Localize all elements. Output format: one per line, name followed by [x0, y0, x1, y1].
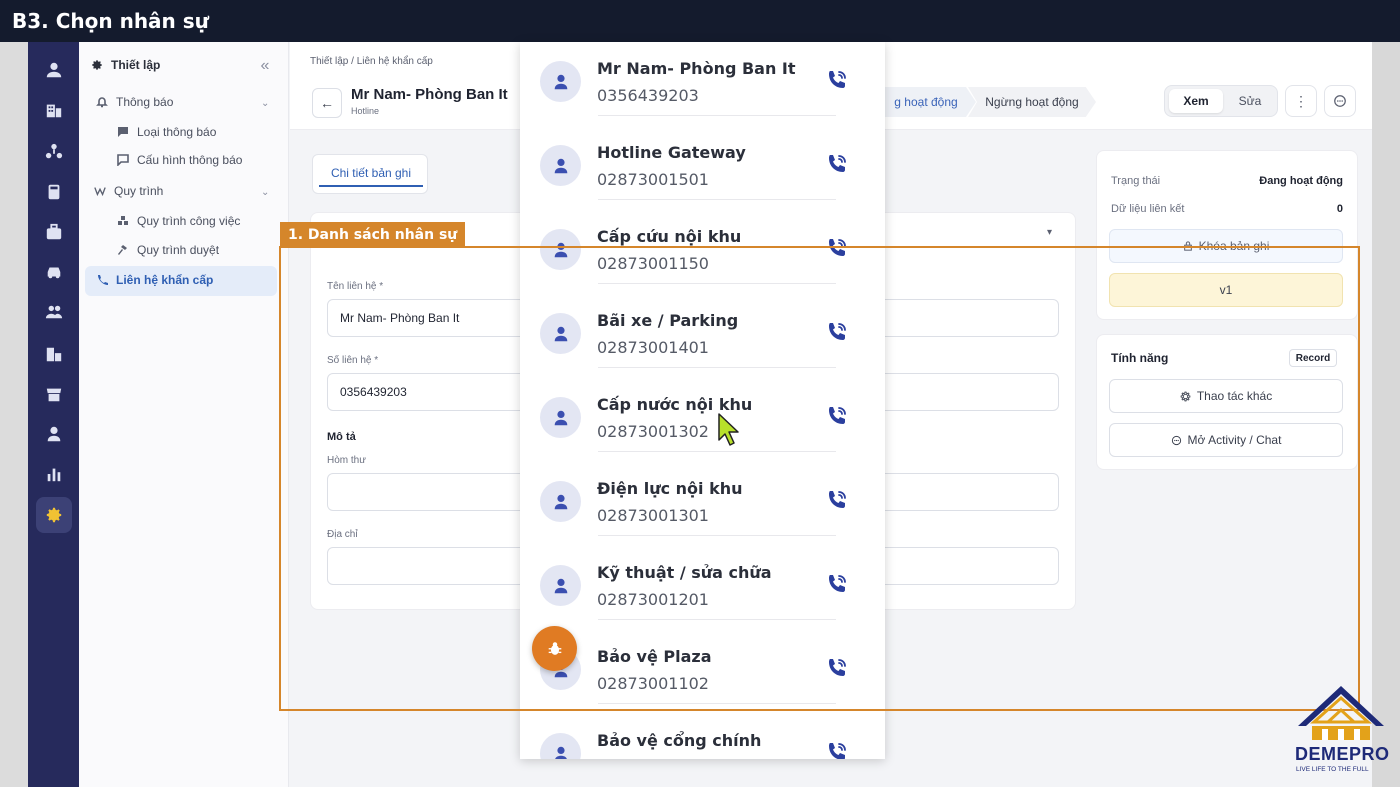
sidebar: Thiết lập « Thông báo ⌄ Loại thông báo C… — [79, 42, 289, 787]
chat-button[interactable] — [1324, 85, 1356, 117]
house-logo-icon — [1298, 686, 1384, 740]
avatar — [540, 61, 581, 102]
person-avatar-icon — [554, 746, 567, 759]
logo-brand-text: DEMEPRO — [1295, 744, 1390, 764]
status-label: Trạng thái — [1111, 175, 1161, 187]
chat-bubble-icon — [1334, 95, 1346, 107]
sidebar-item-label: Quy trình công việc — [137, 214, 241, 228]
contact-name: Mr Nam- Phòng Ban It — [597, 59, 796, 78]
collapse-sidebar-button[interactable]: « — [253, 54, 277, 78]
chevron-down-icon[interactable]: ⌄ — [261, 187, 269, 198]
sidebar-item-label: Loại thông báo — [137, 125, 217, 139]
calculator-icon[interactable] — [36, 176, 72, 208]
demepro-logo: DEMEPRO LIVE LIFE TO THE FULL — [1292, 682, 1390, 782]
sidebar-item-workflow[interactable]: Quy trình — [94, 184, 163, 198]
page-title: Mr Nam- Phòng Ban It — [351, 86, 508, 103]
chevron-down-icon[interactable]: ⌄ — [261, 98, 269, 109]
page-subtitle: Hotline — [351, 106, 380, 116]
contact-phone: 0356439203 — [597, 86, 699, 105]
bell-icon — [96, 97, 108, 108]
linked-data-label: Dữ liệu liên kết — [1111, 203, 1185, 215]
more-options-button[interactable]: ⋮ — [1285, 85, 1317, 117]
sidebar-item-approval-process[interactable]: Quy trình duyệt — [117, 243, 219, 257]
tab-bar: Chi tiết bản ghi — [312, 154, 428, 194]
view-button[interactable]: Xem — [1169, 89, 1223, 113]
sidebar-item-emergency-contacts[interactable]: Liên hệ khẩn cấp — [96, 273, 213, 287]
contact-name: Hotline Gateway — [597, 143, 746, 162]
workflow-icon — [94, 187, 106, 197]
contact-name: Cấp cứu nội khu — [597, 227, 742, 246]
user-icon[interactable] — [36, 54, 72, 86]
linked-data-value: 0 — [1336, 203, 1343, 215]
sidebar-item-work-process[interactable]: Quy trình công việc — [117, 214, 240, 228]
person-avatar-icon — [554, 74, 567, 89]
sidebar-header: Thiết lập — [91, 58, 160, 72]
stage-active[interactable]: g hoạt động — [876, 87, 976, 117]
annotation-label: 1. Danh sách nhân sự — [280, 222, 466, 248]
title-bar: B3. Chọn nhân sự — [0, 0, 1400, 42]
message-icon — [118, 127, 128, 137]
list-item[interactable]: Mr Nam- Phòng Ban It 0356439203 — [520, 42, 885, 116]
list-item[interactable]: Hotline Gateway 02873001501 — [520, 116, 885, 200]
sidebar-item-label: Cấu hình thông báo — [137, 153, 243, 167]
contact-name: Bảo vệ cổng chính — [597, 731, 762, 750]
status-value: Đang hoạt động — [1259, 175, 1343, 187]
phone-call-icon[interactable] — [825, 152, 853, 180]
phone-call-icon[interactable] — [825, 68, 853, 96]
company-icon[interactable] — [36, 338, 72, 370]
sidebar-item-notification-config[interactable]: Cấu hình thông báo — [117, 153, 242, 167]
gear-icon — [92, 60, 102, 70]
icon-rail — [28, 42, 79, 787]
contact-phone: 02873001501 — [597, 170, 709, 189]
phone-call-icon[interactable] — [825, 740, 853, 759]
logo-slogan-text: LIVE LIFE TO THE FULL — [1296, 766, 1369, 773]
tab-record-detail[interactable]: Chi tiết bản ghi — [319, 161, 423, 187]
avatar — [540, 733, 581, 759]
slide-title: B3. Chọn nhân sự — [12, 9, 209, 33]
briefcase-icon[interactable] — [36, 216, 72, 248]
sidebar-item-label: Thông báo — [116, 95, 174, 109]
sidebar-header-label: Thiết lập — [111, 58, 161, 72]
view-mode-toggle: Xem Sửa — [1164, 85, 1278, 117]
arrow-left-icon: ← — [320, 95, 334, 111]
back-button[interactable]: ← — [312, 88, 342, 118]
avatar — [540, 145, 581, 186]
tasks-icon — [118, 216, 128, 225]
sidebar-item-notifications[interactable]: Thông báo — [96, 95, 173, 109]
sidebar-item-notification-types[interactable]: Loại thông báo — [117, 125, 216, 139]
chevron-down-icon[interactable]: ▾ — [1047, 227, 1052, 238]
list-item[interactable]: Bảo vệ cổng chính — [520, 704, 885, 759]
users-icon[interactable] — [36, 296, 72, 328]
person-avatar-icon — [554, 158, 567, 173]
chart-icon[interactable] — [36, 458, 72, 490]
person-icon[interactable] — [36, 418, 72, 450]
store-icon[interactable] — [36, 378, 72, 410]
window-gutter — [1372, 42, 1400, 787]
building-icon[interactable] — [36, 94, 72, 126]
phone-icon — [98, 275, 108, 285]
sidebar-item-label: Liên hệ khẩn cấp — [116, 273, 214, 287]
breadcrumb: Thiết lập / Liên hệ khẩn cấp — [310, 56, 433, 67]
annotation-highlight-box — [279, 246, 1360, 711]
edit-button[interactable]: Sửa — [1225, 89, 1275, 113]
car-icon[interactable] — [36, 256, 72, 288]
stage-inactive[interactable]: Ngừng hoạt động — [968, 87, 1096, 117]
hammer-icon — [118, 245, 127, 255]
org-icon[interactable] — [36, 136, 72, 168]
sidebar-item-label: Quy trình duyệt — [137, 243, 220, 257]
sidebar-item-label: Quy trình — [114, 184, 164, 198]
settings-icon[interactable] — [36, 497, 72, 533]
chat-config-icon — [117, 154, 129, 166]
